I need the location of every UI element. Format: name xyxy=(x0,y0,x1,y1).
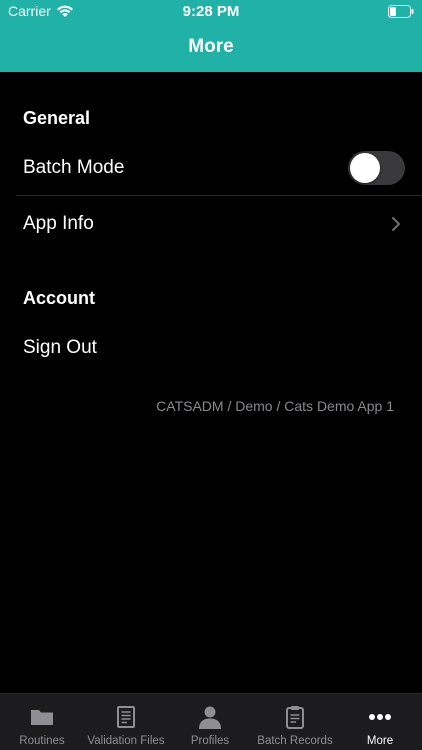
tab-label: Routines xyxy=(19,735,65,747)
chevron-right-icon xyxy=(392,217,400,231)
batch-mode-label: Batch Mode xyxy=(23,157,125,178)
app-info-label: App Info xyxy=(23,213,94,234)
tab-profiles[interactable]: Profiles xyxy=(168,694,252,750)
section-header-general: General xyxy=(23,108,91,128)
navigation-bar: More xyxy=(0,24,422,72)
tab-batch-records[interactable]: Batch Records xyxy=(252,694,338,750)
batch-mode-toggle[interactable] xyxy=(348,151,405,185)
toggle-knob xyxy=(350,153,380,183)
row-divider xyxy=(16,195,422,196)
section-header-account: Account xyxy=(23,288,95,308)
person-icon xyxy=(199,706,221,729)
tab-more[interactable]: More xyxy=(338,694,422,750)
tab-validation-files[interactable]: Validation Files xyxy=(84,694,168,750)
sign-out-label: Sign Out xyxy=(23,337,97,358)
battery-icon xyxy=(388,5,414,18)
tab-label: Profiles xyxy=(190,735,230,747)
page-title: More xyxy=(188,36,234,57)
folder-icon xyxy=(31,710,53,725)
tab-bar: Routines Validation Files Profiles Batch… xyxy=(0,693,422,750)
ellipsis-icon xyxy=(369,714,391,720)
app-context-label: CATSADM / Demo / Cats Demo App 1 xyxy=(156,398,394,414)
clipboard-icon xyxy=(286,706,304,729)
status-bar: Carrier 9:28 PM xyxy=(0,0,422,24)
tab-label: More xyxy=(366,735,394,747)
tab-label: Validation Files xyxy=(87,735,165,747)
document-icon xyxy=(117,706,135,728)
tab-label: Batch Records xyxy=(257,735,333,747)
tab-routines[interactable]: Routines xyxy=(0,694,84,750)
status-time: 9:28 PM xyxy=(182,3,240,20)
